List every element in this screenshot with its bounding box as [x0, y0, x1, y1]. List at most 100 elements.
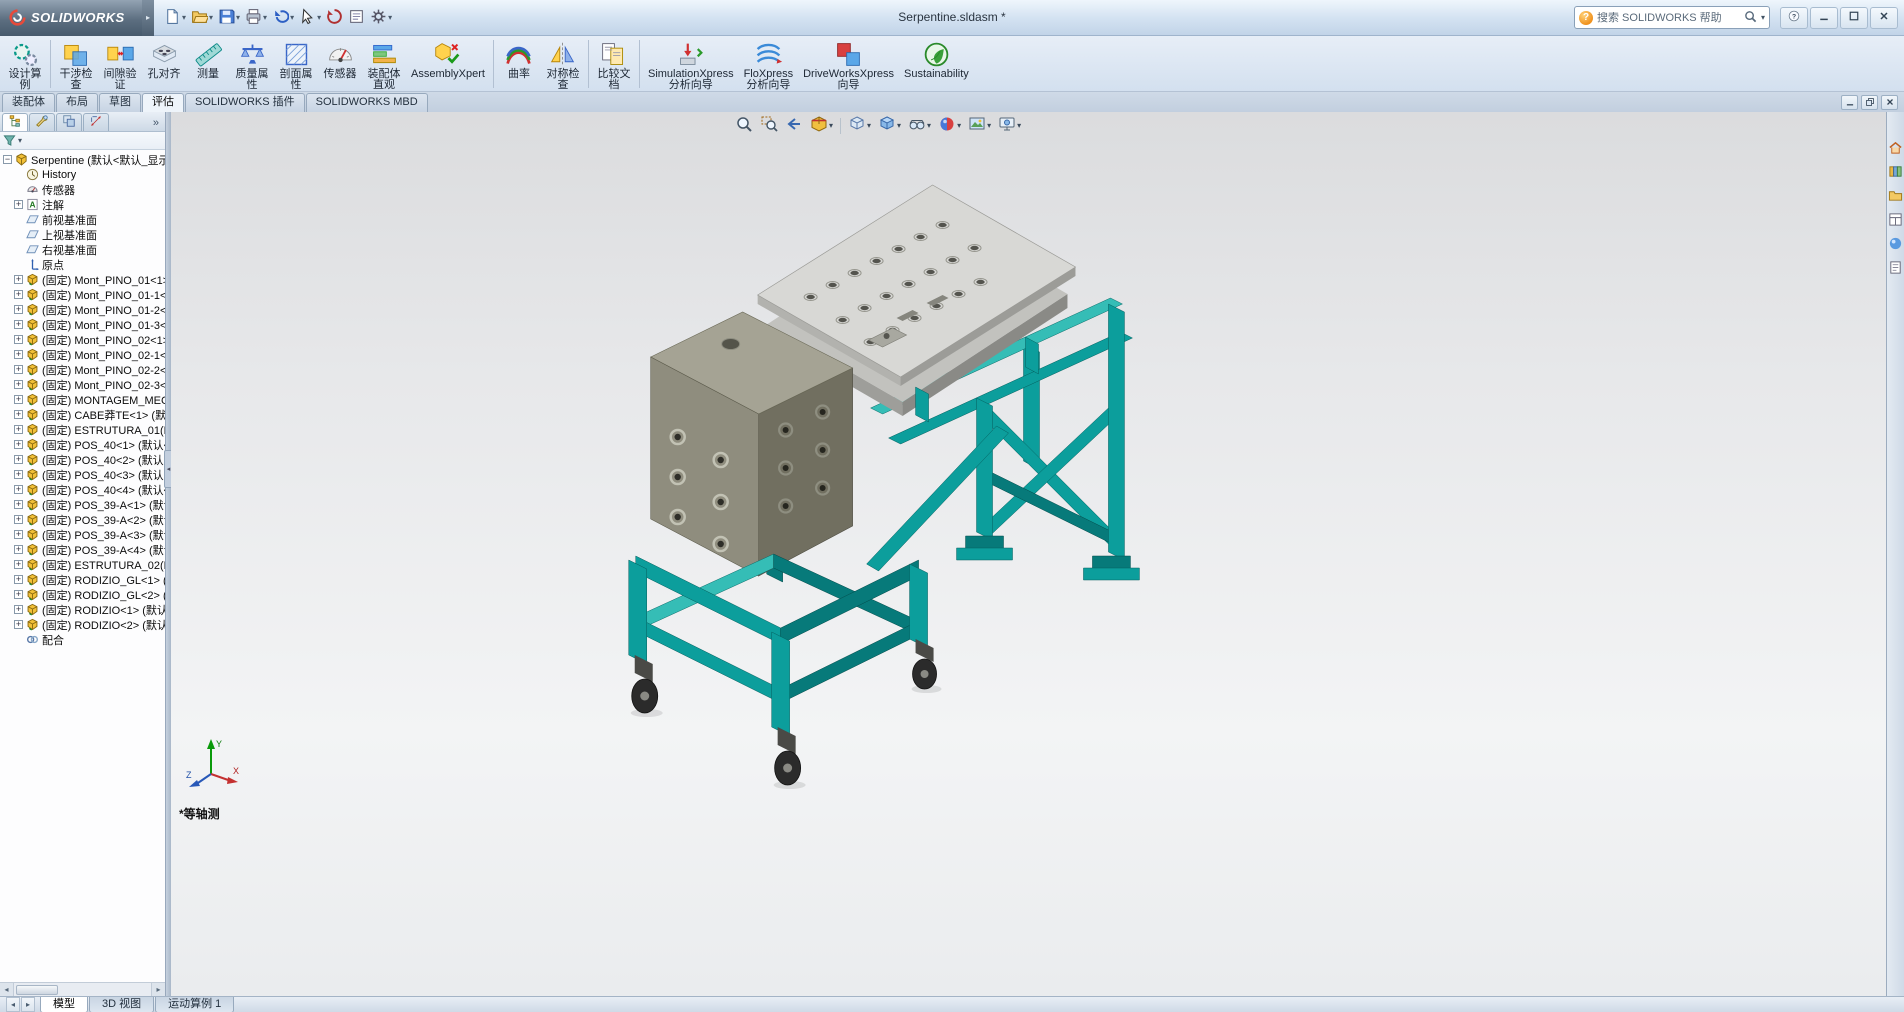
ribbon-button-hole-alignment[interactable]: 孔对齐 [142, 38, 186, 90]
ribbon-button-floxpress[interactable]: FloXpress 分析向导 [739, 38, 799, 91]
expand-icon[interactable]: + [14, 470, 23, 479]
tree-item[interactable]: + (固定) POS_40<3> (默认< [2, 467, 165, 482]
ribbon-button-compare-documents[interactable]: 比较文档 [592, 38, 636, 91]
tree-item[interactable]: 右视基准面 [2, 242, 165, 257]
tree-item[interactable]: + (固定) RODIZIO<1> (默认< [2, 602, 165, 617]
tab-SOLIDWORKS MBD[interactable]: SOLIDWORKS MBD [305, 93, 428, 112]
tree-item[interactable]: − Serpentine (默认<默认_显示状 [2, 152, 165, 167]
undo-button[interactable]: ▾ [270, 6, 296, 30]
doc-close-button[interactable] [1881, 95, 1898, 110]
search-icon[interactable] [1744, 10, 1757, 26]
ribbon-button-section-properties[interactable]: 剖面属性 [274, 38, 318, 91]
view-settings-button[interactable]: ▾ [996, 114, 1023, 137]
tree-item[interactable]: + (固定) POS_40<1> (默认< [2, 437, 165, 452]
tree-item[interactable]: 原点 [2, 257, 165, 272]
view-orientation-button[interactable]: ▾ [846, 114, 873, 137]
tree-item[interactable]: + (固定) POS_40<2> (默认< [2, 452, 165, 467]
tab-评估[interactable]: 评估 [142, 93, 184, 112]
expand-icon[interactable]: + [14, 515, 23, 524]
tree-item[interactable]: + (固定) ESTRUTURA_01(Def [2, 422, 165, 437]
expand-icon[interactable]: + [14, 560, 23, 569]
tree-item[interactable]: + (固定) Mont_PINO_01<1> [2, 272, 165, 287]
help-button[interactable]: ? [1780, 6, 1808, 29]
tree-filter[interactable]: ▾ [0, 132, 165, 150]
ribbon-button-curvature[interactable]: 曲率 [497, 38, 541, 90]
view-tab-模型[interactable]: 模型 [40, 997, 88, 1012]
ribbon-button-design-study[interactable]: 设计算例▾ [3, 38, 47, 99]
dropdown-arrow-icon[interactable]: ▾ [317, 13, 321, 22]
edit-appearance-button[interactable]: ▾ [936, 114, 963, 137]
expand-icon[interactable]: + [14, 485, 23, 494]
ribbon-button-mass-properties[interactable]: 质量属性 [230, 38, 274, 91]
tree-item[interactable]: + (固定) POS_39-A<2> (默认 [2, 512, 165, 527]
open-button[interactable]: ▾ [189, 6, 215, 30]
expand-icon[interactable]: + [14, 425, 23, 434]
expand-icon[interactable]: + [14, 275, 23, 284]
taskpane-solidworks-resources[interactable] [1888, 140, 1903, 155]
ribbon-button-assembly-visualization[interactable]: 装配体 直观 [362, 38, 406, 91]
search-box[interactable]: ? ▾ [1574, 6, 1770, 29]
expand-icon[interactable]: + [14, 530, 23, 539]
ribbon-button-sustainability[interactable]: Sustainability [899, 38, 974, 90]
ribbon-button-interference[interactable]: 干涉检查 [54, 38, 98, 91]
ribbon-button-assemblyxpert[interactable]: AssemblyXpert [406, 38, 490, 90]
zoom-to-area-button[interactable] [758, 114, 780, 137]
tree-item[interactable]: History [2, 167, 165, 182]
expand-icon[interactable]: + [14, 440, 23, 449]
model-cart-frame[interactable] [628, 553, 928, 737]
view-tab-运动算例 1[interactable]: 运动算例 1 [155, 997, 235, 1012]
expand-icon[interactable]: + [14, 350, 23, 359]
section-view-button[interactable]: ▾ [808, 114, 835, 137]
tree-item[interactable]: + (固定) Mont_PINO_02-2<1 [2, 362, 165, 377]
menu-expand-arrow-icon[interactable]: ▸ [142, 0, 154, 36]
motion-tab-scroll-left-icon[interactable]: ◂ [6, 997, 20, 1012]
filter-dropdown-icon[interactable]: ▾ [18, 136, 22, 145]
ribbon-button-symmetry-check[interactable]: 对称检查 [541, 38, 585, 91]
expand-icon[interactable]: + [14, 500, 23, 509]
save-button[interactable]: ▾ [216, 6, 242, 30]
tree-item[interactable]: + (固定) POS_39-A<4> (默认 [2, 542, 165, 557]
dropdown-arrow-icon[interactable]: ▾ [236, 13, 240, 22]
expand-icon[interactable]: + [14, 335, 23, 344]
display-style-button[interactable]: ▾ [876, 114, 903, 137]
expand-icon[interactable]: + [14, 380, 23, 389]
tab-布局[interactable]: 布局 [56, 93, 98, 112]
tree-item[interactable]: + (固定) CABE莽TE<1> (默认 [2, 407, 165, 422]
taskpane-file-explorer[interactable] [1888, 188, 1903, 203]
expand-icon[interactable]: + [14, 545, 23, 554]
taskpane-view-palette[interactable] [1888, 212, 1903, 227]
tree-item[interactable]: 配合 [2, 632, 165, 647]
zoom-to-fit-button[interactable] [733, 114, 755, 137]
print-button[interactable]: ▾ [243, 6, 269, 30]
expand-icon[interactable]: + [14, 455, 23, 464]
ribbon-button-driveworksxpress[interactable]: DriveWorksXpress 向导 [798, 38, 899, 91]
hscroll-right-icon[interactable]: ▸ [151, 982, 165, 997]
apply-scene-button[interactable]: ▾ [966, 114, 993, 137]
hscroll-thumb[interactable] [16, 985, 58, 995]
tree-item[interactable]: + (固定) Mont_PINO_01-1<1 [2, 287, 165, 302]
tree-item[interactable]: + (固定) POS_39-A<1> (默认 [2, 497, 165, 512]
hscroll-track[interactable] [14, 983, 151, 996]
file-properties-button[interactable] [346, 6, 367, 30]
tree-item[interactable]: + (固定) RODIZIO_GL<1> (默 [2, 572, 165, 587]
expand-icon[interactable]: + [14, 305, 23, 314]
hscroll-left-icon[interactable]: ◂ [0, 982, 14, 997]
expand-icon[interactable]: + [14, 365, 23, 374]
ribbon-button-simulationxpress[interactable]: SimulationXpress 分析向导 [643, 38, 739, 91]
options-button[interactable]: ▾ [368, 6, 394, 30]
expand-icon[interactable]: + [14, 620, 23, 629]
dropdown-arrow-icon[interactable]: ▾ [897, 121, 901, 130]
expand-icon[interactable]: + [14, 605, 23, 614]
dropdown-arrow-icon[interactable]: ▾ [829, 121, 833, 130]
view-tab-3D 视图[interactable]: 3D 视图 [89, 997, 155, 1012]
tab-SOLIDWORKS 插件[interactable]: SOLIDWORKS 插件 [185, 93, 305, 112]
ribbon-button-clearance[interactable]: 间隙验证 [98, 38, 142, 91]
dropdown-arrow-icon[interactable]: ▾ [867, 121, 871, 130]
tree-item[interactable]: + (固定) Mont_PINO_02-3<1 [2, 377, 165, 392]
dropdown-arrow-icon[interactable]: ▾ [927, 121, 931, 130]
motion-tab-scroll-right-icon[interactable]: ▸ [21, 997, 35, 1012]
expand-icon[interactable]: + [14, 575, 23, 584]
ribbon-button-sensors[interactable]: 传感器 [318, 38, 362, 90]
3d-model[interactable] [171, 112, 1886, 996]
tree-item[interactable]: 传感器 [2, 182, 165, 197]
